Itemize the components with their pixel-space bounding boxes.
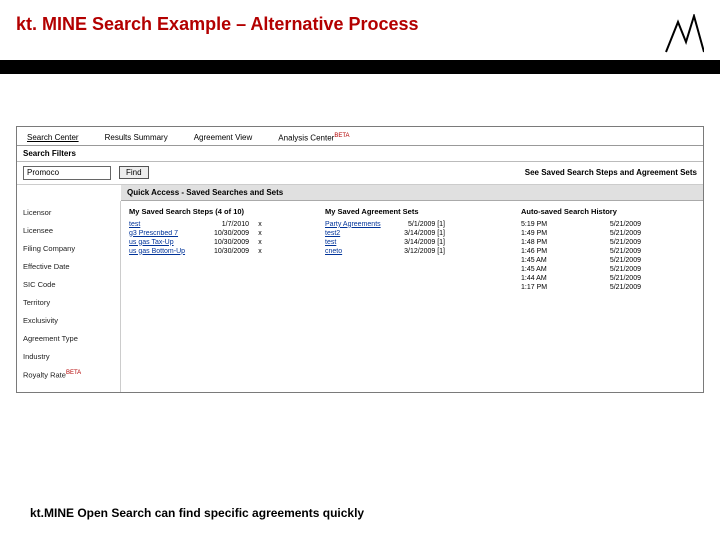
history-time: 1:49 PM [521,230,581,237]
history-row[interactable]: 1:49 PM5/21/2009 [521,230,695,237]
history-date: 5/21/2009 [581,284,641,291]
filter-industry[interactable]: Industry [23,352,114,361]
set-row: cneto3/12/2009 [1] [325,248,499,255]
step-row: g3 Prescribed 710/30/2009x [129,230,303,237]
history-time: 1:46 PM [521,248,581,255]
history-date: 5/21/2009 [581,248,641,255]
app-body: Licensor Licensee Filing Company Effecti… [17,201,703,393]
step-link[interactable]: us gas Tax-Up [129,239,201,246]
title-divider [0,60,720,74]
set-row: test23/14/2009 [1] [325,230,499,237]
slide-footer: kt.MINE Open Search can find specific ag… [30,506,364,520]
filter-royalty-rate[interactable]: Royalty RateBETA [23,370,114,380]
saved-panels: My Saved Search Steps (4 of 10) test1/7/… [121,201,703,393]
history-time: 1:44 AM [521,275,581,282]
see-saved-link[interactable]: See Saved Search Steps and Agreement Set… [525,168,697,177]
step-link[interactable]: us gas Bottom-Up [129,248,201,255]
history-row[interactable]: 1:46 PM5/21/2009 [521,248,695,255]
tab-analysis-center[interactable]: Analysis CenterBETA [274,131,353,145]
history-time: 5:19 PM [521,221,581,228]
history-date: 5/21/2009 [581,266,641,273]
set-row: Party Agreements5/1/2009 [1] [325,221,499,228]
col-header-sets: My Saved Agreement Sets [325,207,499,216]
col-header-history: Auto-saved Search History [521,207,695,216]
delete-icon[interactable]: x [253,239,267,246]
filter-filing-company[interactable]: Filing Company [23,244,114,253]
filter-effective-date[interactable]: Effective Date [23,262,114,271]
slide-title: kt. MINE Search Example – Alternative Pr… [16,14,658,35]
set-link[interactable]: test [325,239,385,246]
delete-icon[interactable]: x [253,248,267,255]
app-window: Search Center Results Summary Agreement … [16,126,704,393]
filter-territory[interactable]: Territory [23,298,114,307]
set-link[interactable]: Party Agreements [325,221,385,228]
history-row[interactable]: 1:45 AM5/21/2009 [521,257,695,264]
filters-sidebar: Licensor Licensee Filing Company Effecti… [17,201,121,393]
step-date: 10/30/2009 [201,248,253,255]
mountain-logo-icon [664,14,704,54]
history-time: 1:17 PM [521,284,581,291]
history-row[interactable]: 1:48 PM5/21/2009 [521,239,695,246]
beta-badge: BETA [334,133,349,139]
step-link[interactable]: test [129,221,201,228]
history-row[interactable]: 5:19 PM5/21/2009 [521,221,695,228]
step-date: 10/30/2009 [201,230,253,237]
set-link[interactable]: cneto [325,248,385,255]
tab-search-center[interactable]: Search Center [23,131,83,145]
col-saved-steps: My Saved Search Steps (4 of 10) test1/7/… [129,207,303,387]
step-date: 10/30/2009 [201,239,253,246]
search-filters-label: Search Filters [17,146,703,162]
history-date: 5/21/2009 [581,257,641,264]
filter-sic-code[interactable]: SIC Code [23,280,114,289]
search-input[interactable] [23,166,111,180]
step-date: 1/7/2010 [201,221,253,228]
set-link[interactable]: test2 [325,230,385,237]
col-history: Auto-saved Search History 5:19 PM5/21/20… [521,207,695,387]
beta-badge: BETA [66,370,81,376]
step-link[interactable]: g3 Prescribed 7 [129,230,201,237]
history-row[interactable]: 1:45 AM5/21/2009 [521,266,695,273]
set-date: 3/14/2009 [1] [385,230,445,237]
history-time: 1:45 AM [521,257,581,264]
main-tabs: Search Center Results Summary Agreement … [17,127,703,146]
tab-analysis-label: Analysis Center [278,134,334,143]
set-date: 3/12/2009 [1] [385,248,445,255]
history-date: 5/21/2009 [581,275,641,282]
col-saved-sets: My Saved Agreement Sets Party Agreements… [325,207,499,387]
search-row: Find See Saved Search Steps and Agreemen… [17,162,703,185]
history-row[interactable]: 1:17 PM5/21/2009 [521,284,695,291]
step-row: us gas Bottom-Up10/30/2009x [129,248,303,255]
tab-results-summary[interactable]: Results Summary [101,131,172,145]
step-row: us gas Tax-Up10/30/2009x [129,239,303,246]
filter-licensor[interactable]: Licensor [23,208,114,217]
delete-icon[interactable]: x [253,230,267,237]
filter-exclusivity[interactable]: Exclusivity [23,316,114,325]
tab-agreement-view[interactable]: Agreement View [190,131,257,145]
find-button[interactable]: Find [119,166,149,179]
history-date: 5/21/2009 [581,230,641,237]
filter-licensee[interactable]: Licensee [23,226,114,235]
filter-royalty-label: Royalty Rate [23,370,66,379]
set-row: test3/14/2009 [1] [325,239,499,246]
delete-icon[interactable]: x [253,221,267,228]
set-date: 3/14/2009 [1] [385,239,445,246]
step-row: test1/7/2010x [129,221,303,228]
filter-agreement-type[interactable]: Agreement Type [23,334,114,343]
history-date: 5/21/2009 [581,221,641,228]
history-row[interactable]: 1:44 AM5/21/2009 [521,275,695,282]
quick-access-bar: Quick Access - Saved Searches and Sets [121,185,703,201]
set-date: 5/1/2009 [1] [385,221,445,228]
history-time: 1:45 AM [521,266,581,273]
history-time: 1:48 PM [521,239,581,246]
history-date: 5/21/2009 [581,239,641,246]
col-header-steps: My Saved Search Steps (4 of 10) [129,207,303,216]
